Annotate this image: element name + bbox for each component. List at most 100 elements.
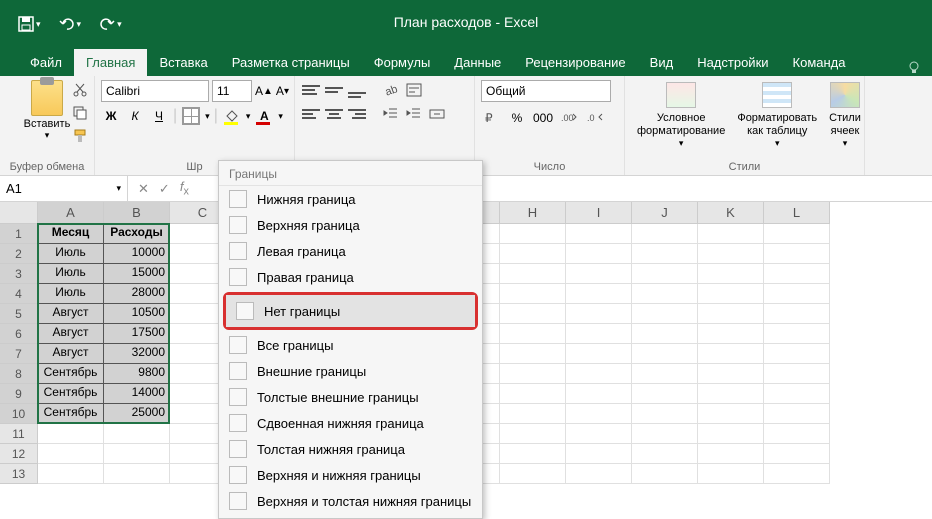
cell[interactable] [764,344,830,364]
cell[interactable] [764,384,830,404]
cell[interactable] [566,424,632,444]
cell[interactable] [38,444,104,464]
cell[interactable] [764,264,830,284]
number-format-select[interactable] [481,80,611,102]
row-header[interactable]: 11 [0,424,38,444]
cell[interactable]: Август [38,344,104,364]
cell[interactable]: Август [38,304,104,324]
cell[interactable]: Расходы [104,224,170,244]
cell[interactable]: 25000 [104,404,170,424]
cell[interactable]: Сентябрь [38,364,104,384]
cell[interactable] [500,424,566,444]
cell[interactable]: 9800 [104,364,170,384]
tab-view[interactable]: Вид [638,49,686,76]
cell[interactable] [698,244,764,264]
row-header[interactable]: 8 [0,364,38,384]
cell[interactable] [698,224,764,244]
underline-button[interactable]: Ч [149,106,169,126]
cell[interactable] [764,364,830,384]
cell[interactable]: 10500 [104,304,170,324]
format-as-table-button[interactable]: Форматировать как таблицу ▾ [731,80,823,151]
borders-menu-item[interactable]: Нижняя граница [219,186,482,212]
cell[interactable] [632,384,698,404]
cell[interactable] [698,444,764,464]
borders-caret-icon[interactable]: ▾ [205,111,210,122]
cell[interactable] [566,284,632,304]
cell[interactable] [500,244,566,264]
decrease-indent-button[interactable] [381,104,401,124]
cell[interactable]: Сентябрь [38,404,104,424]
column-header[interactable]: H [500,202,566,224]
cell[interactable] [764,224,830,244]
cell[interactable] [698,364,764,384]
cell-styles-button[interactable]: Стили ячеек ▾ [823,80,867,151]
accounting-format-button[interactable]: ₽ [481,108,501,128]
cell[interactable] [632,224,698,244]
cell[interactable] [764,424,830,444]
name-box[interactable]: A1 ▾ [0,176,128,201]
align-right-button[interactable] [347,104,367,124]
borders-menu-item[interactable]: Толстая нижняя граница [219,436,482,462]
cell[interactable] [566,364,632,384]
cell[interactable] [566,304,632,324]
cell[interactable] [566,324,632,344]
font-size-select[interactable] [212,80,252,102]
cell[interactable] [698,304,764,324]
cell[interactable]: Июль [38,264,104,284]
cell[interactable] [764,404,830,424]
format-painter-button[interactable] [72,128,88,147]
decrease-decimal-button[interactable]: .0 [585,108,605,128]
cell[interactable]: Июль [38,244,104,264]
column-header[interactable]: I [566,202,632,224]
cell[interactable] [764,284,830,304]
row-header[interactable]: 3 [0,264,38,284]
cell[interactable] [500,224,566,244]
align-center-button[interactable] [324,104,344,124]
row-header[interactable]: 10 [0,404,38,424]
cell[interactable] [566,464,632,484]
cell[interactable] [632,444,698,464]
cell[interactable]: Июль [38,284,104,304]
tab-formulas[interactable]: Формулы [362,49,443,76]
tab-home[interactable]: Главная [74,49,147,76]
wrap-text-button[interactable] [404,80,424,100]
cell[interactable] [632,464,698,484]
font-color-caret-icon[interactable]: ▾ [278,111,283,122]
cell[interactable] [632,344,698,364]
cell[interactable] [632,264,698,284]
cell[interactable] [764,444,830,464]
row-header[interactable]: 13 [0,464,38,484]
borders-menu-item[interactable]: Верхняя и нижняя границы [219,462,482,488]
cell[interactable] [698,324,764,344]
fx-button[interactable]: fx [180,179,189,198]
cell[interactable] [632,364,698,384]
cell[interactable] [698,424,764,444]
column-header[interactable]: A [38,202,104,224]
cell[interactable] [500,284,566,304]
cell[interactable] [698,404,764,424]
cell[interactable] [566,244,632,264]
copy-button[interactable] [72,105,88,124]
cell[interactable] [632,304,698,324]
cell[interactable] [104,424,170,444]
tab-file[interactable]: Файл [18,49,74,76]
comma-button[interactable]: 000 [533,108,553,128]
cell[interactable] [500,324,566,344]
redo-button[interactable]: ▾ [99,16,122,32]
row-header[interactable]: 1 [0,224,38,244]
percent-button[interactable]: % [507,108,527,128]
align-top-button[interactable] [301,80,321,100]
cell[interactable] [500,464,566,484]
cell[interactable] [104,464,170,484]
cell[interactable]: 17500 [104,324,170,344]
cell[interactable] [566,404,632,424]
undo-button[interactable]: ▾ [59,16,82,32]
tab-addins[interactable]: Надстройки [685,49,780,76]
row-header[interactable]: 4 [0,284,38,304]
borders-menu-item[interactable]: Правая граница [219,264,482,290]
cell[interactable] [764,244,830,264]
column-header[interactable]: K [698,202,764,224]
tab-page-layout[interactable]: Разметка страницы [220,49,362,76]
cell[interactable] [500,384,566,404]
column-header[interactable]: L [764,202,830,224]
